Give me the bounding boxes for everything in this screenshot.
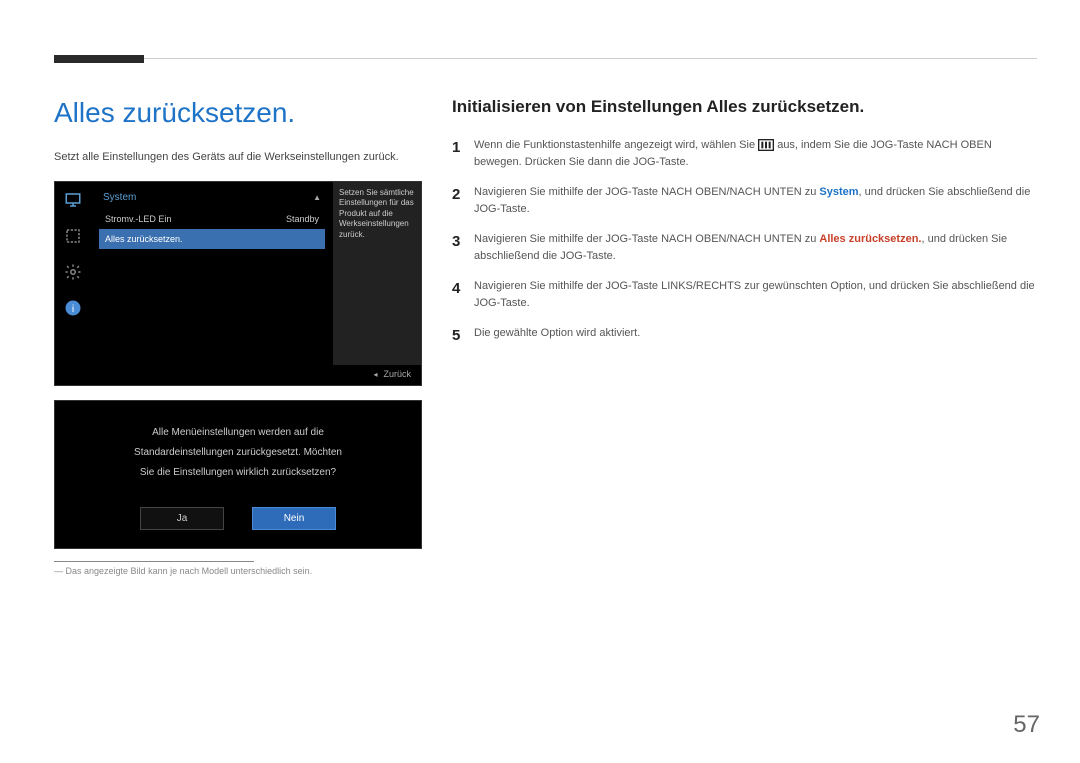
- section-description: Setzt alle Einstellungen des Geräts auf …: [54, 151, 424, 163]
- confirm-text-1: Alle Menüeinstellungen werden auf die: [73, 423, 403, 443]
- osd-back-hint: ◂ Zurück: [55, 365, 421, 385]
- osd-title-text: System: [103, 192, 136, 203]
- step-4: 4 Navigieren Sie mithilfe der JOG-Taste …: [452, 278, 1036, 311]
- step-text: Die gewählte Option wird aktiviert.: [474, 325, 1036, 348]
- chevron-left-icon: ◂: [373, 370, 377, 379]
- step-text-pre: Navigieren Sie mithilfe der JOG-Taste NA…: [474, 186, 819, 198]
- osd-help-text: Setzen Sie sämtliche Einstellungen für d…: [333, 182, 421, 365]
- note-text: Das angezeigte Bild kann je nach Modell …: [66, 566, 313, 576]
- right-column: Initialisieren von Einstellungen Alles z…: [452, 97, 1036, 362]
- section-heading: Alles zurücksetzen.: [54, 97, 424, 129]
- page-number: 57: [1013, 711, 1040, 739]
- step-2: 2 Navigieren Sie mithilfe der JOG-Taste …: [452, 184, 1036, 217]
- gear-icon: [59, 258, 87, 286]
- step-text: Navigieren Sie mithilfe der JOG-Taste NA…: [474, 231, 1036, 264]
- osd-row-label: Alles zurücksetzen.: [105, 234, 183, 244]
- step-number: 1: [452, 137, 474, 170]
- step-number: 3: [452, 231, 474, 264]
- confirm-text-3: Sie die Einstellungen wirklich zurückset…: [73, 463, 403, 483]
- left-column: Alles zurücksetzen. Setzt alle Einstellu…: [54, 97, 424, 576]
- osd-menu-title: System ▲: [99, 188, 325, 209]
- highlight-reset: Alles zurücksetzen.: [819, 233, 921, 245]
- step-text-pre: Wenn die Funktionstastenhilfe angezeigt …: [474, 139, 758, 151]
- note-dash: ―: [54, 566, 63, 576]
- step-1: 1 Wenn die Funktionstastenhilfe angezeig…: [452, 137, 1036, 170]
- display-icon: [59, 222, 87, 250]
- osd-sidebar: i: [55, 182, 91, 365]
- info-icon: i: [59, 294, 87, 322]
- confirm-text-2: Standardeinstellungen zurückgesetzt. Möc…: [73, 443, 403, 463]
- no-button: Nein: [252, 507, 336, 530]
- disclaimer-note: ― Das angezeigte Bild kann je nach Model…: [54, 566, 424, 576]
- step-text-pre: Navigieren Sie mithilfe der JOG-Taste NA…: [474, 233, 819, 245]
- step-5: 5 Die gewählte Option wird aktiviert.: [452, 325, 1036, 348]
- step-text: Navigieren Sie mithilfe der JOG-Taste LI…: [474, 278, 1036, 311]
- monitor-icon: [59, 186, 87, 214]
- confirm-dialog-screenshot: Alle Menüeinstellungen werden auf die St…: [54, 400, 422, 549]
- menu-icon: [758, 137, 774, 154]
- step-text: Navigieren Sie mithilfe der JOG-Taste NA…: [474, 184, 1036, 217]
- note-separator: [54, 561, 254, 562]
- header-tab: [54, 55, 144, 63]
- highlight-system: System: [819, 186, 858, 198]
- osd-row-value: Standby: [286, 214, 319, 224]
- osd-row-reset: Alles zurücksetzen.: [99, 229, 325, 249]
- step-text: Wenn die Funktionstastenhilfe angezeigt …: [474, 137, 1036, 170]
- osd-menu-screenshot: i System ▲ Stromv.-LED Ein Standby Alles…: [54, 181, 422, 386]
- yes-button: Ja: [140, 507, 224, 530]
- svg-text:i: i: [72, 303, 74, 315]
- instructions-heading: Initialisieren von Einstellungen Alles z…: [452, 97, 1036, 117]
- osd-back-label: Zurück: [383, 369, 411, 379]
- step-number: 2: [452, 184, 474, 217]
- header-rule: [144, 58, 1037, 59]
- chevron-up-icon: ▲: [313, 193, 321, 202]
- step-number: 5: [452, 325, 474, 348]
- step-number: 4: [452, 278, 474, 311]
- osd-row-label: Stromv.-LED Ein: [105, 214, 171, 224]
- osd-row-led: Stromv.-LED Ein Standby: [99, 209, 325, 229]
- step-3: 3 Navigieren Sie mithilfe der JOG-Taste …: [452, 231, 1036, 264]
